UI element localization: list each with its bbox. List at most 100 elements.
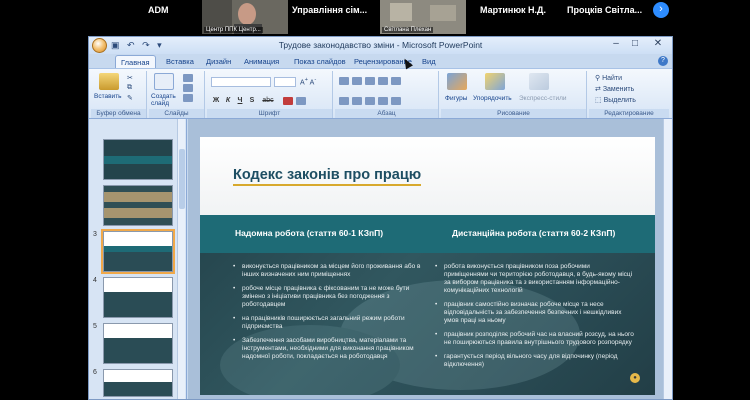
participant-tile[interactable]: Мартинюк Н.Д. (470, 0, 558, 34)
participant-name: Управління сім... (292, 5, 368, 15)
strikethrough-button[interactable]: abc (259, 97, 277, 104)
slide-thumbnail[interactable] (103, 185, 173, 226)
arrange-label[interactable]: Упорядочить (473, 95, 512, 102)
italic-button[interactable]: К (223, 97, 233, 104)
scrollbar-thumb[interactable] (179, 149, 185, 209)
clipboard-group: Вставить ✂ ⧉ ✎ Буфер обмена (91, 71, 147, 118)
font-name-field[interactable] (211, 77, 271, 87)
participant-name: Мартинюк Н.Д. (480, 5, 546, 15)
layout-icon[interactable] (183, 74, 196, 82)
list-item: робота виконується працівником поза робо… (435, 263, 635, 295)
tab-home[interactable]: Главная (115, 55, 156, 68)
tab-design[interactable]: Дизайн (201, 55, 236, 68)
list-item: робоче місце працівника є фіксованим та … (233, 285, 428, 309)
paragraph-group-label: Абзац (335, 109, 438, 118)
list-item: на працівників поширюється загальний реж… (233, 315, 428, 331)
chevron-right-icon[interactable]: › (653, 2, 669, 18)
shapes-icon[interactable] (447, 73, 467, 90)
font-color-icon[interactable] (283, 97, 309, 105)
left-column-heading[interactable]: Надомна робота (стаття 60-1 КЗпП) (235, 228, 383, 238)
find-button[interactable]: ⚲ Найти (595, 74, 622, 82)
participant-tile[interactable]: Управління сім... (292, 0, 376, 34)
left-bullet-list[interactable]: виконується працівником за місцем його п… (233, 263, 428, 367)
replace-button[interactable]: ⇄ Заменить (595, 85, 634, 93)
list-item: працівник розподіляє робочий час на влас… (435, 331, 635, 347)
slides-group-label: Слайды (149, 109, 204, 118)
right-bullet-list[interactable]: робота виконується працівником поза робо… (435, 263, 635, 375)
participant-tile[interactable]: ADM (118, 0, 198, 34)
list-item: гарантується період вільного часу для ві… (435, 353, 635, 369)
slide-thumbnail[interactable] (103, 277, 173, 318)
slide-title[interactable]: Кодекс законів про працю (233, 167, 422, 186)
participant-caption: Центр ППК Центр... (204, 27, 263, 33)
ribbon-tabs: Главная Вставка Дизайн Анимация Показ сл… (89, 54, 672, 68)
tab-animation[interactable]: Анимация (239, 55, 284, 68)
slide-thumbnail-pane: 3 4 5 6 (89, 119, 187, 399)
quick-styles-icon[interactable] (529, 73, 549, 90)
right-column-heading[interactable]: Дистанційна робота (стаття 60-2 КЗпП) (452, 228, 615, 238)
participant-name: ADM (148, 5, 169, 15)
select-button[interactable]: ⬚ Выделить (595, 96, 636, 104)
reset-icon[interactable] (183, 84, 196, 92)
minimize-icon[interactable]: – (607, 38, 625, 49)
paste-icon[interactable] (99, 73, 119, 90)
participant-video-tile[interactable]: Світлана Плехан (380, 0, 466, 34)
slide-editing-area: Кодекс законів про працю Надомна робота … (188, 119, 672, 399)
slide-thumbnail[interactable] (103, 139, 173, 180)
participant-name: Процків Світла... (567, 5, 643, 15)
font-group: A+ A- Ж К Ч S abc Шрифт (207, 71, 333, 118)
drawing-group-label: Рисование (441, 109, 586, 118)
slide-number: 3 (93, 231, 97, 238)
tab-view[interactable]: Вид (417, 55, 441, 68)
slide-thumbnail[interactable] (103, 323, 173, 364)
help-icon[interactable]: ? (658, 56, 668, 66)
slide-thumbnail[interactable] (103, 369, 173, 397)
delete-slide-icon[interactable] (183, 94, 196, 102)
bold-button[interactable]: Ж (211, 97, 221, 104)
thumbnail-scrollbar[interactable] (177, 119, 185, 399)
zoom-meeting-screen: ADM Центр ППК Центр... Управління сім...… (0, 0, 750, 400)
new-slide-label[interactable]: Создать слайд (151, 93, 181, 107)
shapes-label[interactable]: Фигуры (445, 95, 467, 102)
slide-thumbnail-selected[interactable] (101, 229, 175, 274)
font-size-field[interactable] (274, 77, 296, 87)
clipboard-group-label: Буфер обмена (91, 109, 146, 118)
slide-badge-icon: ● (630, 373, 640, 383)
participant-strip: ADM Центр ППК Центр... Управління сім...… (0, 0, 750, 34)
bullets-icon[interactable] (339, 77, 404, 85)
participant-caption: Світлана Плехан (382, 27, 434, 33)
window-title: Трудове законодавство зміни - Microsoft … (278, 40, 483, 50)
ribbon: Вставить ✂ ⧉ ✎ Буфер обмена Создать слай… (89, 68, 672, 119)
editing-group-label: Редактирование (589, 109, 669, 118)
copy-icon[interactable]: ⧉ (127, 84, 132, 92)
tab-insert[interactable]: Вставка (161, 55, 199, 68)
title-bar: ▣ ↶ ↷ ▾ Трудове законодавство зміни - Mi… (89, 37, 672, 54)
quick-styles-label[interactable]: Экспресс-стили (519, 95, 567, 102)
slides-group: Создать слайд Слайды (149, 71, 205, 118)
editing-scrollbar[interactable] (663, 119, 672, 399)
slide-canvas[interactable]: Кодекс законів про працю Надомна робота … (200, 137, 655, 395)
list-item: працівник самостійно визначає робоче міс… (435, 301, 635, 325)
list-item: Забезпечення засобами виробництва, матер… (233, 337, 428, 361)
new-slide-icon[interactable] (154, 73, 174, 90)
cut-icon[interactable]: ✂ (127, 74, 133, 82)
select-icon: ⬚ (595, 97, 604, 104)
list-item: виконується працівником за місцем його п… (233, 263, 428, 279)
close-icon[interactable]: ✕ (649, 38, 667, 49)
format-painter-icon[interactable]: ✎ (127, 94, 133, 102)
participant-tile[interactable]: Процків Світла... (562, 0, 650, 34)
participant-video-tile[interactable]: Центр ППК Центр... (202, 0, 288, 34)
shadow-button[interactable]: S (247, 97, 257, 104)
tab-slideshow[interactable]: Показ слайдов (289, 55, 351, 68)
paragraph-group: Абзац (335, 71, 439, 118)
underline-button[interactable]: Ч (235, 97, 245, 104)
replace-icon: ⇄ (595, 86, 603, 93)
slide-number: 5 (93, 323, 97, 330)
arrange-icon[interactable] (485, 73, 505, 90)
slide-number: 4 (93, 277, 97, 284)
align-icon[interactable] (339, 97, 404, 105)
maximize-icon[interactable]: □ (626, 38, 644, 49)
powerpoint-window: ▣ ↶ ↷ ▾ Трудове законодавство зміни - Mi… (88, 36, 673, 400)
grow-font-icon[interactable]: A+ A- (300, 77, 316, 86)
paste-label[interactable]: Вставить (94, 93, 122, 100)
